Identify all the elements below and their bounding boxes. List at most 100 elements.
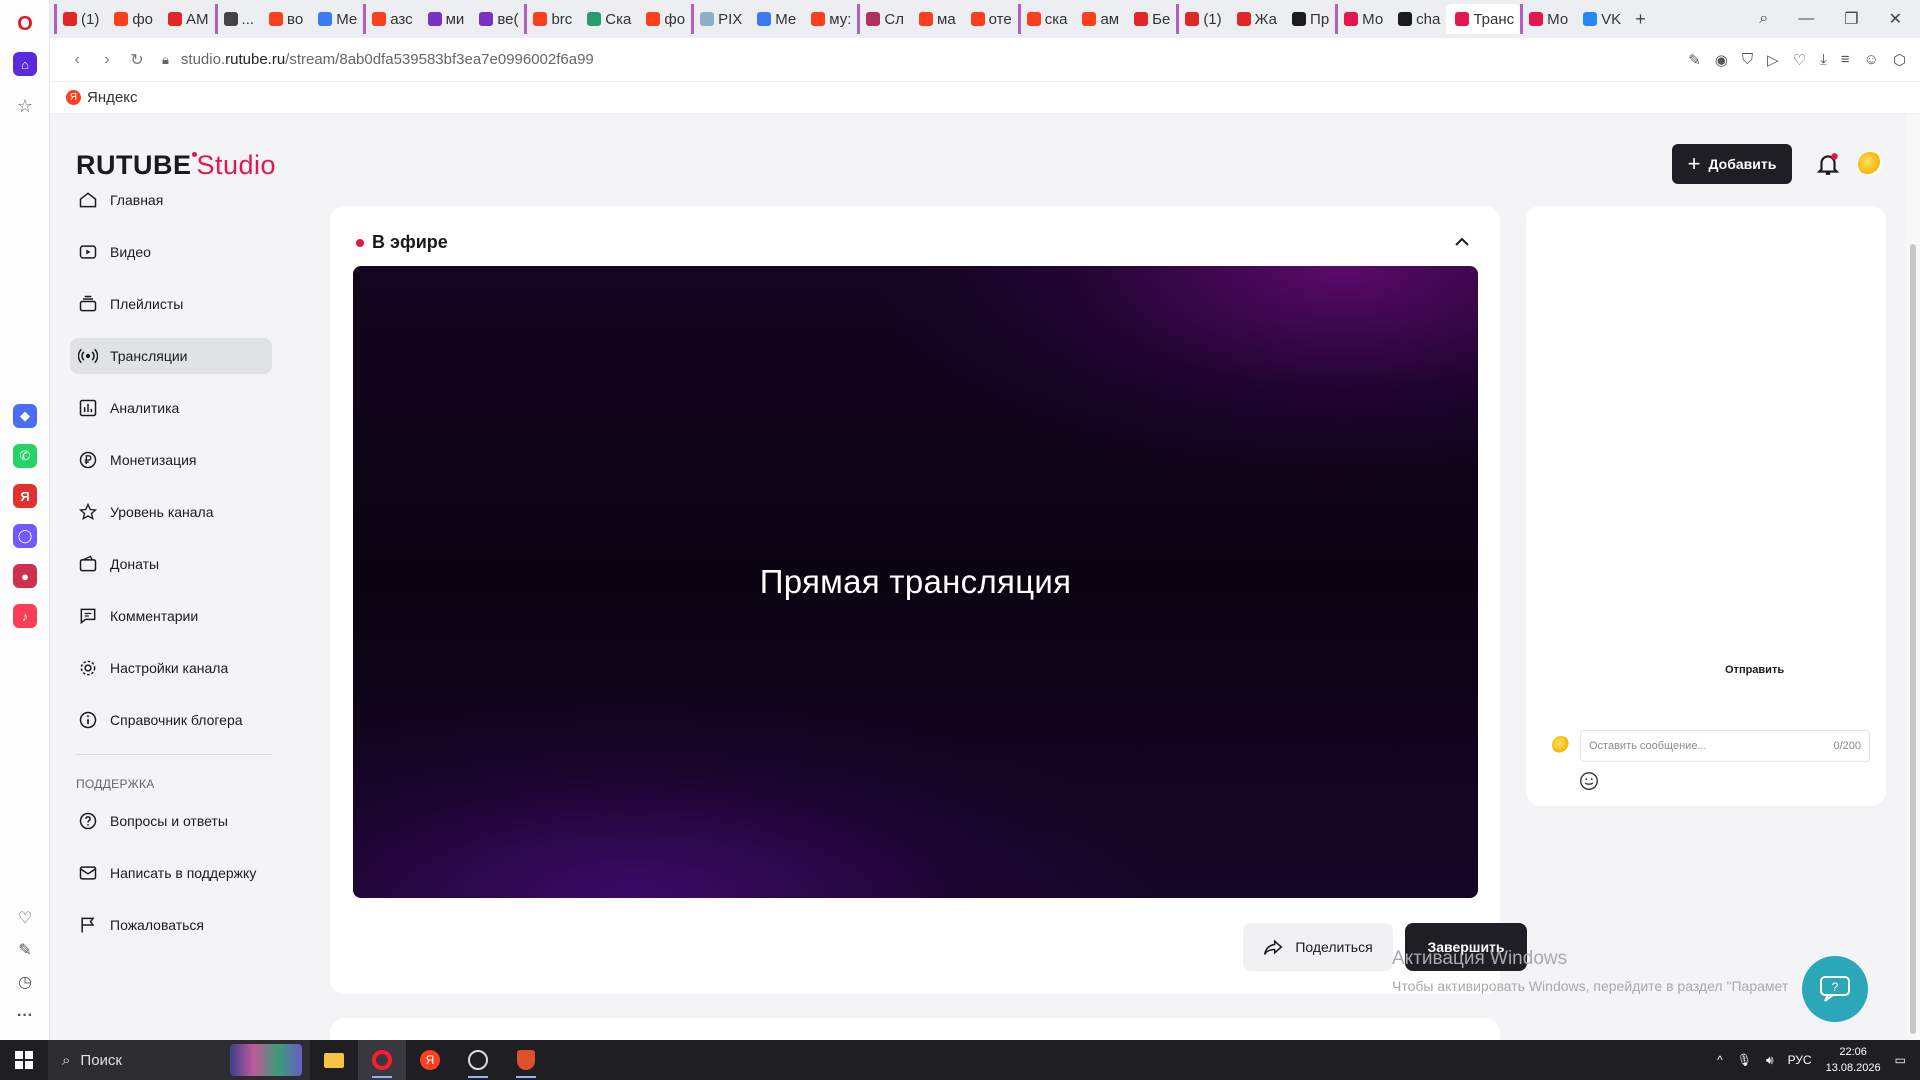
browser-tab[interactable]: фо	[105, 4, 159, 34]
file-explorer-icon[interactable]	[310, 1040, 358, 1080]
avatar[interactable]	[1858, 152, 1882, 176]
browser-tab[interactable]: Ска	[578, 4, 637, 34]
sidebar-item-playlist[interactable]: Плейлисты	[70, 286, 272, 322]
music-icon[interactable]: ♪	[13, 604, 37, 628]
video-player[interactable]: Прямая трансляция	[353, 266, 1478, 898]
browser-tab[interactable]: му:	[802, 4, 857, 34]
opera-logo-icon[interactable]: O	[13, 12, 37, 36]
yandex-icon[interactable]: Я	[13, 484, 37, 508]
sidebar-item-question[interactable]: Вопросы и ответы	[70, 803, 272, 839]
heart-icon[interactable]: ♡	[1793, 51, 1806, 69]
browser-tab[interactable]: brc	[524, 4, 578, 34]
shield-icon[interactable]: ⛉	[1742, 51, 1753, 69]
browser-tab[interactable]: (1)	[1176, 4, 1227, 34]
url-field[interactable]: studio.rutube.ru/stream/8ab0dfa539583bf3…	[181, 51, 594, 68]
menu-icon[interactable]: ≡	[1841, 51, 1850, 69]
play-icon[interactable]: ▷	[1767, 51, 1779, 69]
browser-tab[interactable]: Ме	[748, 4, 802, 34]
new-tab-button[interactable]: +	[1635, 9, 1646, 30]
send-button[interactable]: Отправить	[1725, 664, 1784, 676]
browser-tab[interactable]: АМ	[159, 4, 215, 34]
browser-tab[interactable]: VK	[1574, 4, 1627, 34]
sidebar-app-icon[interactable]: ◆	[13, 404, 37, 428]
browser-tab[interactable]: ма	[910, 4, 962, 34]
sidebar-app-icon[interactable]: ●	[13, 564, 37, 588]
scrollbar-thumb[interactable]	[1910, 244, 1916, 1034]
extensions-icon[interactable]: ⬡	[1893, 51, 1906, 69]
yandex-browser-icon[interactable]: Я	[406, 1040, 454, 1080]
close-button[interactable]: ✕	[1889, 9, 1902, 29]
search-tabs-icon[interactable]: ⌕	[1759, 10, 1768, 28]
sidebar-item-video[interactable]: Видео	[70, 234, 272, 270]
sidebar-item-flag[interactable]: Пожаловаться	[70, 907, 272, 943]
browser-tab[interactable]: Ме	[309, 4, 363, 34]
chevron-up-icon[interactable]: ^	[1717, 1053, 1723, 1067]
volume-icon[interactable]: 🔊︎	[1766, 1053, 1774, 1068]
notifications-icon[interactable]: ▭	[1895, 1053, 1906, 1067]
browser-tab[interactable]: ...	[214, 4, 261, 34]
maximize-button[interactable]: ❐	[1844, 9, 1858, 29]
bookmark-yandex[interactable]: Яндекс	[87, 89, 137, 106]
reload-icon[interactable]: ↻	[122, 50, 152, 70]
browser-tab[interactable]: ска	[1017, 4, 1074, 34]
bell-icon[interactable]	[1815, 150, 1841, 178]
rutube-studio-logo[interactable]: RUTUBE Studio	[76, 150, 276, 181]
clock[interactable]: 22:06 13.08.2026	[1826, 1044, 1881, 1076]
sidebar-item-info[interactable]: Справочник блогера	[70, 702, 272, 738]
history-icon[interactable]: ◷	[13, 970, 37, 994]
start-button[interactable]	[0, 1051, 48, 1069]
download-icon[interactable]: ⤓	[1820, 51, 1827, 69]
browser-tab[interactable]: Жа	[1228, 4, 1283, 34]
alice-icon[interactable]: ◯	[13, 524, 37, 548]
whatsapp-icon[interactable]: ✆	[13, 444, 37, 468]
microphone-icon[interactable]: 🎙︎	[1737, 1053, 1752, 1067]
star-icon[interactable]: ☆	[13, 94, 37, 118]
browser-tab[interactable]: ми	[419, 4, 471, 34]
emoji-icon[interactable]	[1578, 770, 1600, 792]
support-chat-button[interactable]: ?	[1802, 956, 1868, 1022]
edit-icon[interactable]: ✎	[13, 938, 37, 962]
sidebar-item-broadcast[interactable]: Трансляции	[70, 338, 272, 374]
app-taskbar-icon[interactable]	[454, 1040, 502, 1080]
more-icon[interactable]: ···	[13, 1004, 37, 1028]
browser-tab[interactable]: ве(	[470, 4, 524, 34]
forward-icon[interactable]: ›	[92, 51, 122, 69]
browser-tab[interactable]: ам	[1073, 4, 1125, 34]
shield-app-icon[interactable]	[502, 1040, 550, 1080]
browser-tab[interactable]: азс	[363, 4, 418, 34]
sidebar-item-gear[interactable]: Настройки канала	[70, 650, 272, 686]
sidebar-item-wallet[interactable]: Донаты	[70, 546, 272, 582]
language-indicator[interactable]: РУС	[1788, 1053, 1812, 1067]
browser-tab[interactable]: Бе	[1125, 4, 1176, 34]
sidebar-item-home[interactable]: Главная	[70, 182, 272, 218]
profile-icon[interactable]: ☺	[1864, 51, 1879, 69]
browser-tab[interactable]: Мо	[1520, 4, 1574, 34]
opera-taskbar-icon[interactable]	[358, 1040, 406, 1080]
browser-tab[interactable]: Сл	[857, 4, 910, 34]
browser-tab[interactable]: Мо	[1335, 4, 1389, 34]
browser-tab[interactable]: Пр	[1283, 4, 1335, 34]
sidebar-item-ruble[interactable]: Монетизация	[70, 442, 272, 478]
browser-tab[interactable]: во	[260, 4, 309, 34]
heart-icon[interactable]: ♡	[13, 906, 37, 930]
share-button[interactable]: Поделиться	[1243, 923, 1393, 971]
sidebar-item-comment[interactable]: Комментарии	[70, 598, 272, 634]
taskbar-search[interactable]: ⌕ Поиск	[48, 1040, 310, 1080]
chat-message-input[interactable]: Оставить сообщение... 0/200	[1580, 730, 1870, 762]
minimize-button[interactable]: —	[1798, 10, 1814, 28]
browser-tab[interactable]: PIX	[691, 4, 748, 34]
sidebar-item-analytics[interactable]: Аналитика	[70, 390, 272, 426]
browser-tab[interactable]: cha	[1389, 4, 1446, 34]
back-icon[interactable]: ‹	[62, 51, 92, 69]
browser-tab[interactable]: оте	[962, 4, 1018, 34]
lock-icon[interactable]: 🔒︎	[162, 52, 169, 68]
camera-icon[interactable]: ◉	[1715, 51, 1728, 69]
browser-tab[interactable]: (1)	[54, 4, 105, 34]
scrollbar[interactable]	[1906, 114, 1920, 1040]
browser-tab[interactable]: Транс	[1446, 4, 1521, 34]
chevron-up-icon[interactable]	[1450, 230, 1474, 254]
sidebar-item-mail[interactable]: Написать в поддержку	[70, 855, 272, 891]
add-button[interactable]: + Добавить	[1672, 144, 1792, 184]
sidebar-item-star[interactable]: Уровень канала	[70, 494, 272, 530]
browser-tab[interactable]: фо	[637, 4, 691, 34]
